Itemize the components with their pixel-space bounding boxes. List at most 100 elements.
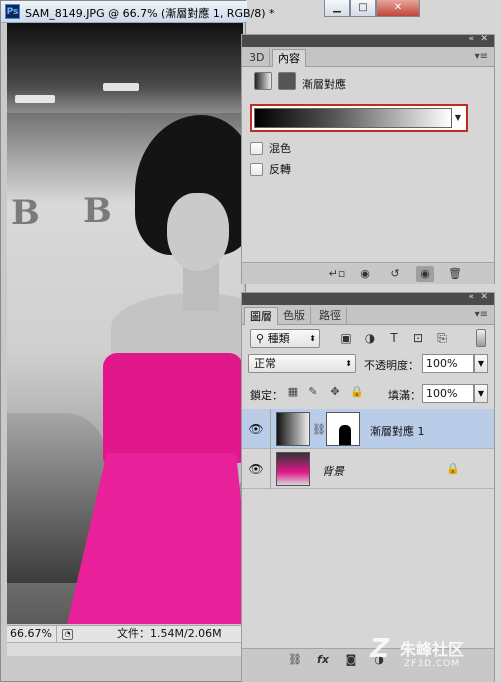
mask-icon[interactable] bbox=[278, 72, 296, 90]
status-info-icon[interactable]: ◔ bbox=[62, 629, 73, 640]
dither-checkbox[interactable] bbox=[250, 141, 263, 155]
lock-paint-icon[interactable]: ✎ bbox=[306, 385, 320, 399]
filter-toggle[interactable] bbox=[476, 329, 486, 347]
properties-panel: « ✕ 3D 內容 ▾≡ 漸層對應 ▼ 混色 反轉 ↵▫ ◉ ↺ ◉ 🗑 bbox=[241, 34, 495, 284]
collapse-icon[interactable]: « bbox=[468, 34, 474, 44]
blend-mode-value: 正常 bbox=[254, 357, 276, 370]
canvas-light bbox=[15, 95, 55, 103]
option-reverse[interactable]: 反轉 bbox=[250, 161, 291, 177]
document-window: Ps SAM_8149.JPG @ 66.7% (漸層對應 1, RGB/8) … bbox=[0, 0, 275, 682]
filter-kind-label: 種類 bbox=[267, 332, 290, 345]
clip-to-layer-icon[interactable]: ↵▫ bbox=[328, 266, 346, 282]
panel-collapse-strip[interactable]: « ✕ bbox=[242, 292, 494, 305]
document-titlebar[interactable]: Ps SAM_8149.JPG @ 66.7% (漸層對應 1, RGB/8) … bbox=[1, 1, 275, 23]
watermark: Z 朱峰社区 ZF3D.COM bbox=[366, 632, 500, 678]
horizontal-scrollbar[interactable] bbox=[7, 642, 243, 656]
layer-name[interactable]: 背景 bbox=[322, 463, 344, 479]
properties-footer: ↵▫ ◉ ↺ ◉ 🗑 bbox=[242, 262, 494, 284]
canvas-light bbox=[103, 83, 139, 91]
opacity-input[interactable]: 100% bbox=[422, 354, 474, 373]
eye-icon[interactable]: 👁 bbox=[248, 461, 264, 477]
layers-panel: « ✕ 圖層 色版 路徑 ▾≡ ⚲ 種類 ⬍ ▣ ◑ T ⊡ ⎘ 正常 ⬍ 不透… bbox=[241, 292, 495, 682]
tab-properties[interactable]: 內容 bbox=[272, 49, 306, 67]
type-filter-icon[interactable]: T bbox=[386, 330, 402, 346]
opacity-dropdown-icon[interactable]: ▼ bbox=[474, 354, 488, 373]
fx-icon[interactable]: fx bbox=[314, 652, 332, 668]
chevron-updown-icon: ⬍ bbox=[309, 334, 316, 343]
photoshop-workspace: Ps SAM_8149.JPG @ 66.7% (漸層對應 1, RGB/8) … bbox=[0, 0, 502, 682]
dither-label: 混色 bbox=[269, 142, 291, 155]
canvas-face bbox=[167, 193, 229, 271]
gradient-preview[interactable] bbox=[254, 108, 452, 128]
chevron-down-icon[interactable]: ▼ bbox=[452, 108, 464, 128]
lock-icon: 🔒 bbox=[446, 462, 460, 475]
document-title: SAM_8149.JPG @ 66.7% (漸層對應 1, RGB/8) * bbox=[25, 7, 275, 20]
collapse-icon[interactable]: « bbox=[468, 292, 474, 302]
lock-all-icon[interactable]: 🔒 bbox=[350, 385, 364, 399]
eye-divider bbox=[270, 449, 271, 489]
mask-thumbnail[interactable] bbox=[326, 412, 360, 446]
maximize-icon[interactable]: □ bbox=[350, 0, 376, 17]
visibility-icon[interactable]: ◉ bbox=[416, 266, 434, 282]
view-previous-icon[interactable]: ◉ bbox=[356, 266, 374, 282]
properties-tabs: 3D 內容 ▾≡ bbox=[242, 47, 494, 67]
file-info: 文件：1.54M/2.06M bbox=[117, 627, 222, 640]
adjustment-filter-icon[interactable]: ◑ bbox=[362, 330, 378, 346]
reverse-label: 反轉 bbox=[269, 163, 291, 176]
tab-paths[interactable]: 路徑 bbox=[314, 307, 347, 325]
fill-input[interactable]: 100% bbox=[422, 384, 474, 403]
layer-row[interactable]: 👁 ⛓ 漸層對應 1 bbox=[242, 409, 494, 449]
window-controls: ▁ □ ✕ bbox=[324, 0, 494, 18]
tab-layers[interactable]: 圖層 bbox=[244, 307, 278, 325]
fill-dropdown-icon[interactable]: ▼ bbox=[474, 384, 488, 403]
smart-object-filter-icon[interactable]: ⎘ bbox=[434, 330, 450, 346]
panel-menu-icon[interactable]: ▾≡ bbox=[475, 51, 488, 62]
status-bar: 66.67% ◔ 文件：1.54M/2.06M bbox=[7, 625, 243, 642]
watermark-subtext: ZF3D.COM bbox=[404, 659, 460, 669]
fill-label: 填滿： bbox=[388, 389, 421, 402]
opacity-label: 不透明度： bbox=[364, 359, 419, 372]
blend-mode-select[interactable]: 正常 ⬍ bbox=[248, 354, 356, 373]
tab-3d[interactable]: 3D bbox=[244, 49, 271, 67]
close-panel-icon[interactable]: ✕ bbox=[480, 34, 488, 44]
image-canvas[interactable]: B B bbox=[7, 23, 243, 624]
search-icon: ⚲ bbox=[256, 332, 268, 345]
close-icon[interactable]: ✕ bbox=[376, 0, 420, 17]
reverse-checkbox[interactable] bbox=[250, 162, 263, 176]
tab-channels[interactable]: 色版 bbox=[278, 307, 311, 325]
adjustment-icon[interactable] bbox=[254, 72, 272, 90]
image-thumbnail[interactable] bbox=[276, 452, 310, 486]
photoshop-app-icon: Ps bbox=[5, 4, 20, 19]
chain-link-icon[interactable]: ⛓ bbox=[312, 423, 326, 437]
mask-icon[interactable]: ◙ bbox=[342, 652, 360, 668]
minimize-icon[interactable]: ▁ bbox=[324, 0, 350, 17]
panel-menu-icon[interactable]: ▾≡ bbox=[475, 309, 488, 320]
canvas-dress-top bbox=[103, 353, 243, 463]
adjustment-thumbnail[interactable] bbox=[276, 412, 310, 446]
eye-divider bbox=[270, 409, 271, 449]
layer-row[interactable]: 👁 背景 🔒 bbox=[242, 449, 494, 489]
layer-name[interactable]: 漸層對應 1 bbox=[370, 423, 425, 439]
close-panel-icon[interactable]: ✕ bbox=[480, 292, 488, 302]
gradient-picker[interactable]: ▼ bbox=[250, 104, 468, 132]
panel-collapse-strip[interactable]: « ✕ bbox=[242, 34, 494, 47]
trash-icon[interactable]: 🗑 bbox=[446, 266, 464, 282]
link-icon[interactable]: ⛓ bbox=[286, 652, 304, 668]
filter-kind-select[interactable]: ⚲ 種類 ⬍ bbox=[250, 329, 320, 348]
eye-icon[interactable]: 👁 bbox=[248, 421, 264, 437]
canvas-letter: B bbox=[83, 191, 112, 231]
image-filter-icon[interactable]: ▣ bbox=[338, 330, 354, 346]
lock-transparent-icon[interactable]: ▦ bbox=[286, 385, 300, 399]
option-dither[interactable]: 混色 bbox=[250, 140, 291, 156]
layer-filter-row: ⚲ 種類 ⬍ ▣ ◑ T ⊡ ⎘ bbox=[250, 329, 486, 349]
watermark-logo: Z bbox=[366, 634, 393, 664]
adjustment-title: 漸層對應 bbox=[302, 78, 346, 91]
reset-icon[interactable]: ↺ bbox=[386, 266, 404, 282]
layers-tabs: 圖層 色版 路徑 ▾≡ bbox=[242, 305, 494, 325]
lock-position-icon[interactable]: ✥ bbox=[328, 385, 342, 399]
canvas-letter: B bbox=[11, 193, 40, 233]
mask-silhouette bbox=[339, 425, 351, 445]
zoom-level[interactable]: 66.67% bbox=[7, 626, 57, 642]
shape-filter-icon[interactable]: ⊡ bbox=[410, 330, 426, 346]
watermark-text: 朱峰社区 bbox=[400, 640, 465, 659]
